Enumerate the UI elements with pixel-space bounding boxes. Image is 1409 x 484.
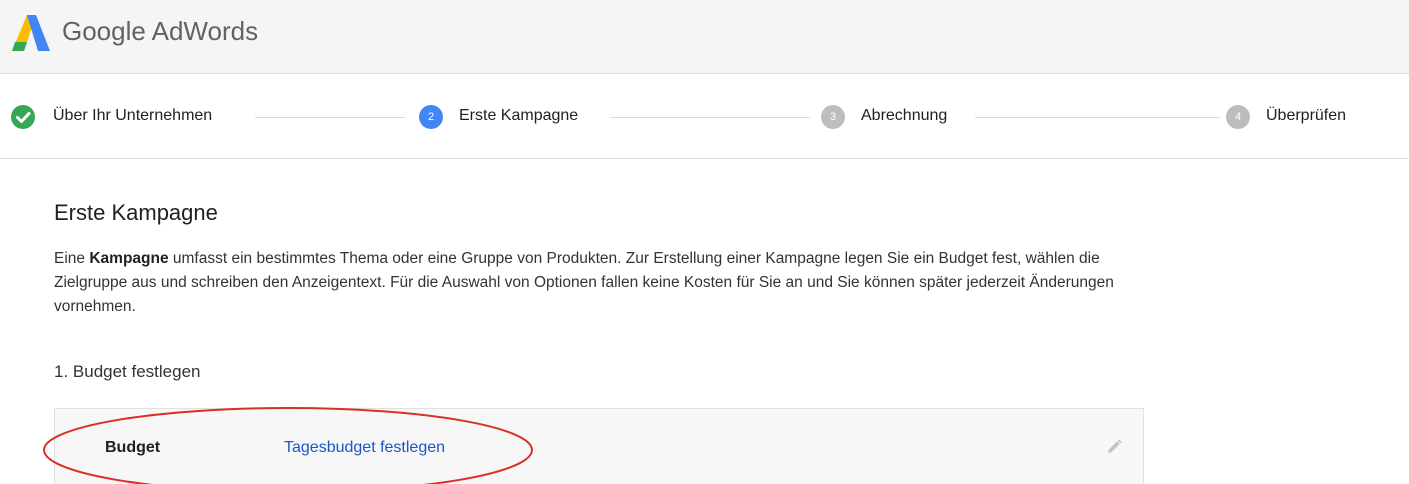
description-text: umfasst ein bestimmtes Thema oder eine G…	[54, 250, 1114, 315]
step-2-number: 2	[419, 105, 443, 129]
description-prefix: Eine	[54, 250, 90, 267]
page: Google AdWords Über Ihr Unternehmen 2 Er…	[0, 0, 1409, 484]
page-title: Erste Kampagne	[54, 200, 218, 225]
step-4-number: 4	[1226, 105, 1250, 129]
step-1-label: Über Ihr Unternehmen	[53, 107, 213, 124]
description-keyword: Kampagne	[89, 250, 169, 267]
progress-stepper: Über Ihr Unternehmen 2 Erste Kampagne 3 …	[0, 75, 1409, 159]
pencil-icon[interactable]	[1104, 437, 1124, 457]
set-daily-budget-link[interactable]: Tagesbudget festlegen	[284, 439, 445, 457]
adwords-logo-icon	[12, 15, 50, 51]
step-connector	[610, 117, 810, 118]
app-header: Google AdWords	[0, 0, 1409, 74]
step-1-check-icon	[11, 105, 35, 129]
step-3-number: 3	[821, 105, 845, 129]
brand-title: Google AdWords	[62, 16, 259, 46]
budget-section-title: 1. Budget festlegen	[54, 362, 201, 381]
step-3-label: Abrechnung	[861, 107, 948, 124]
step-connector	[255, 117, 405, 118]
step-4-label: Überprüfen	[1266, 107, 1347, 124]
campaign-description: Eine Kampagne umfasst ein bestimmtes The…	[54, 247, 1144, 319]
budget-label: Budget	[105, 439, 161, 456]
budget-row[interactable]: Budget Tagesbudget festlegen	[54, 408, 1144, 484]
step-connector	[975, 117, 1220, 118]
step-2-label: Erste Kampagne	[459, 107, 579, 124]
